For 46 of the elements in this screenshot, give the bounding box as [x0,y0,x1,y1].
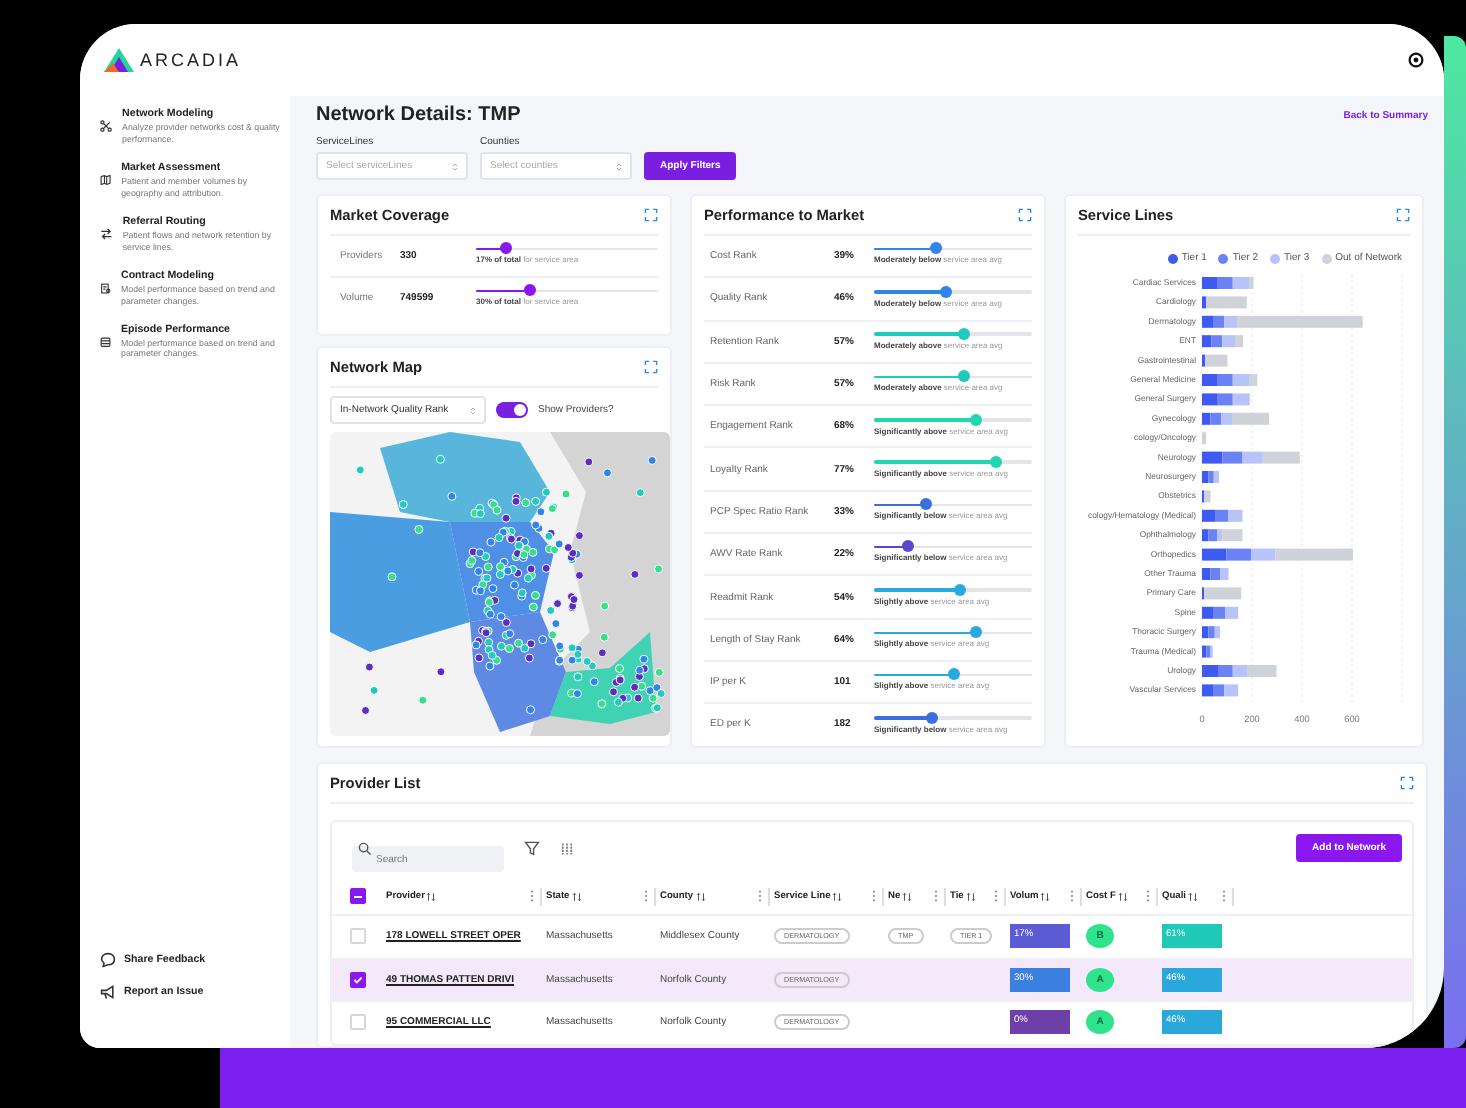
slider-handle[interactable] [929,242,942,255]
expand-icon[interactable] [1018,208,1032,222]
calendar-icon [100,333,111,350]
select-all-checkbox[interactable] [349,888,365,904]
slider-handle[interactable] [969,626,982,639]
slider-handle[interactable] [902,540,915,553]
expand-icon[interactable] [1400,776,1414,790]
expand-icon[interactable] [644,208,658,222]
row-checkbox[interactable] [349,971,365,988]
slider-handle[interactable] [958,370,971,383]
sort-icon[interactable] [965,891,976,901]
brand-name: ARCADIA [140,50,242,70]
network-icon [100,118,113,135]
filter-icon[interactable] [524,840,540,856]
sort-icon[interactable] [902,891,913,901]
sort-icon[interactable] [1040,891,1051,901]
sort-icon[interactable] [426,891,437,901]
map-icon [100,172,112,189]
expand-icon[interactable] [1396,208,1410,222]
slider-handle[interactable] [920,498,933,511]
chat-icon [100,952,116,968]
toggle-switch[interactable] [496,402,528,418]
bar [1202,432,1207,445]
slider-handle[interactable] [953,583,966,596]
columns-icon[interactable] [560,841,574,855]
expand-icon[interactable] [644,360,658,374]
slider-handle[interactable] [947,668,959,681]
megaphone-icon [100,984,116,1000]
slider-handle[interactable] [970,413,983,426]
slider-handle[interactable] [958,327,971,340]
logo-icon [104,48,134,72]
slider-handle[interactable] [989,455,1002,468]
slider-handle[interactable] [524,284,537,297]
route-icon [100,226,113,243]
sort-icon[interactable] [571,891,582,901]
circle-icon[interactable] [1408,52,1424,68]
sort-icon[interactable] [695,891,706,901]
slider-handle[interactable] [500,242,513,255]
clipboard-icon [100,280,111,297]
search-icon [358,841,372,855]
page-title: Network Details: TMP [316,104,521,126]
sort-icon[interactable] [1188,891,1198,901]
sort-icon[interactable] [1117,891,1128,901]
slider-handle[interactable] [940,285,953,298]
slider-handle[interactable] [926,711,939,724]
sort-icon[interactable] [832,891,843,901]
